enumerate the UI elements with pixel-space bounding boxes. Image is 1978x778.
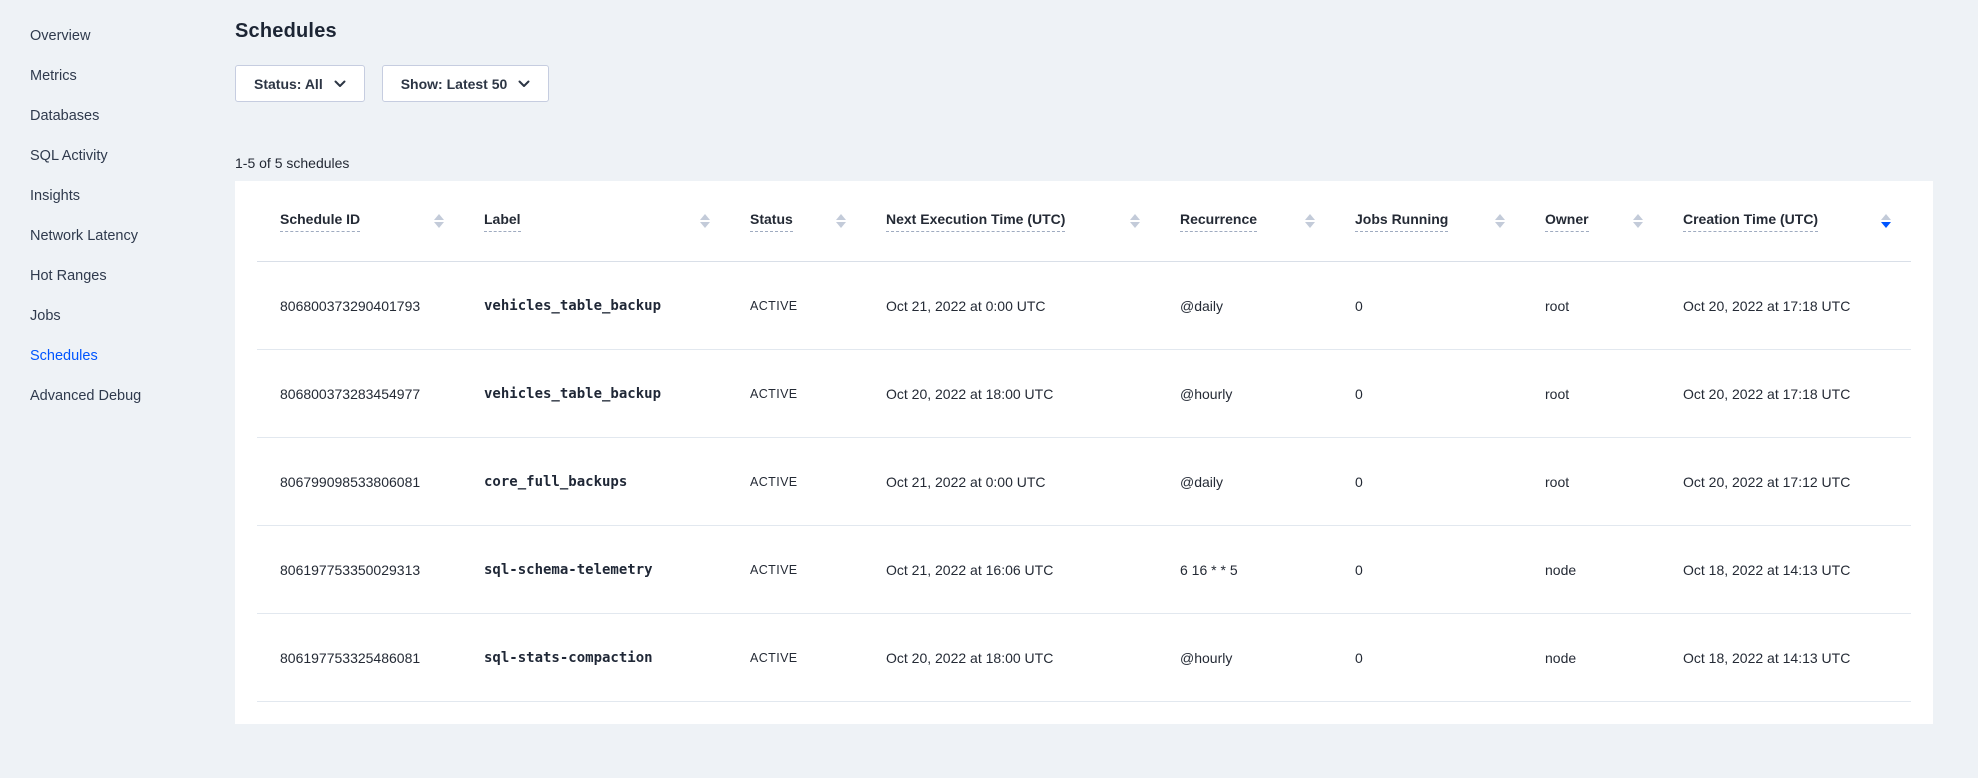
table-row: 806800373290401793 vehicles_table_backup… xyxy=(257,262,1911,350)
cell-owner: node xyxy=(1545,526,1683,614)
cell-owner: node xyxy=(1545,614,1683,702)
cell-label: core_full_backups xyxy=(484,438,750,526)
cell-status: ACTIVE xyxy=(750,614,886,702)
page-title: Schedules xyxy=(235,20,1933,43)
main-content: Schedules Status: All Show: Latest 50 1-… xyxy=(235,0,1978,724)
cell-label: vehicles_table_backup xyxy=(484,350,750,438)
cell-creation-time: Oct 20, 2022 at 17:12 UTC xyxy=(1683,438,1911,526)
cell-schedule-id: 806800373290401793 xyxy=(257,262,484,350)
sort-caret-icon xyxy=(700,214,710,228)
cell-label: sql-stats-compaction xyxy=(484,614,750,702)
sidebar-item-sql-activity[interactable]: SQL Activity xyxy=(0,136,235,176)
cell-creation-time: Oct 18, 2022 at 14:13 UTC xyxy=(1683,526,1911,614)
sort-caret-icon xyxy=(1305,214,1315,228)
column-header-label[interactable]: Label xyxy=(484,181,750,262)
sidebar-item-databases[interactable]: Databases xyxy=(0,96,235,136)
sort-caret-icon-active-desc xyxy=(1881,214,1891,228)
cell-next-execution: Oct 21, 2022 at 16:06 UTC xyxy=(886,526,1180,614)
column-header-jobs-running[interactable]: Jobs Running xyxy=(1355,181,1545,262)
cell-label: sql-schema-telemetry xyxy=(484,526,750,614)
status-filter-dropdown[interactable]: Status: All xyxy=(235,65,365,102)
sidebar: Overview Metrics Databases SQL Activity … xyxy=(0,0,235,724)
table-row: 806197753350029313 sql-schema-telemetry … xyxy=(257,526,1911,614)
column-header-owner[interactable]: Owner xyxy=(1545,181,1683,262)
show-filter-dropdown[interactable]: Show: Latest 50 xyxy=(382,65,550,102)
filter-bar: Status: All Show: Latest 50 xyxy=(235,65,1933,102)
sort-caret-icon xyxy=(836,214,846,228)
cell-jobs-running: 0 xyxy=(1355,438,1545,526)
cell-next-execution: Oct 21, 2022 at 0:00 UTC xyxy=(886,438,1180,526)
column-header-next-execution-time[interactable]: Next Execution Time (UTC) xyxy=(886,181,1180,262)
cell-jobs-running: 0 xyxy=(1355,526,1545,614)
cell-status: ACTIVE xyxy=(750,526,886,614)
sidebar-item-jobs[interactable]: Jobs xyxy=(0,296,235,336)
table-row: 806799098533806081 core_full_backups ACT… xyxy=(257,438,1911,526)
cell-owner: root xyxy=(1545,350,1683,438)
page: Overview Metrics Databases SQL Activity … xyxy=(0,0,1978,724)
cell-status: ACTIVE xyxy=(750,262,886,350)
column-header-status[interactable]: Status xyxy=(750,181,886,262)
cell-schedule-id: 806800373283454977 xyxy=(257,350,484,438)
chevron-down-icon xyxy=(334,80,346,88)
schedules-table-card: Schedule ID Label Status Next Execution … xyxy=(235,181,1933,724)
cell-creation-time: Oct 20, 2022 at 17:18 UTC xyxy=(1683,350,1911,438)
table-header-row: Schedule ID Label Status Next Execution … xyxy=(257,181,1911,262)
cell-next-execution: Oct 20, 2022 at 18:00 UTC xyxy=(886,350,1180,438)
chevron-down-icon xyxy=(518,80,530,88)
cell-schedule-id: 806799098533806081 xyxy=(257,438,484,526)
show-filter-label: Show: Latest 50 xyxy=(401,76,508,92)
cell-status: ACTIVE xyxy=(750,438,886,526)
sort-caret-icon xyxy=(434,214,444,228)
cell-label: vehicles_table_backup xyxy=(484,262,750,350)
cell-recurrence: @hourly xyxy=(1180,614,1355,702)
column-header-creation-time[interactable]: Creation Time (UTC) xyxy=(1683,181,1911,262)
sidebar-item-insights[interactable]: Insights xyxy=(0,176,235,216)
cell-recurrence: @daily xyxy=(1180,262,1355,350)
cell-jobs-running: 0 xyxy=(1355,262,1545,350)
cell-jobs-running: 0 xyxy=(1355,614,1545,702)
cell-creation-time: Oct 20, 2022 at 17:18 UTC xyxy=(1683,262,1911,350)
cell-next-execution: Oct 20, 2022 at 18:00 UTC xyxy=(886,614,1180,702)
column-header-recurrence[interactable]: Recurrence xyxy=(1180,181,1355,262)
sidebar-item-advanced-debug[interactable]: Advanced Debug xyxy=(0,376,235,416)
cell-status: ACTIVE xyxy=(750,350,886,438)
schedules-table: Schedule ID Label Status Next Execution … xyxy=(257,181,1911,702)
cell-recurrence: @hourly xyxy=(1180,350,1355,438)
sort-caret-icon xyxy=(1495,214,1505,228)
sort-caret-icon xyxy=(1130,214,1140,228)
cell-owner: root xyxy=(1545,438,1683,526)
cell-schedule-id: 806197753325486081 xyxy=(257,614,484,702)
sidebar-item-schedules[interactable]: Schedules xyxy=(0,336,235,376)
sidebar-item-network-latency[interactable]: Network Latency xyxy=(0,216,235,256)
table-row: 806197753325486081 sql-stats-compaction … xyxy=(257,614,1911,702)
sort-caret-icon xyxy=(1633,214,1643,228)
cell-schedule-id: 806197753350029313 xyxy=(257,526,484,614)
cell-creation-time: Oct 18, 2022 at 14:13 UTC xyxy=(1683,614,1911,702)
results-summary: 1-5 of 5 schedules xyxy=(235,155,1933,171)
cell-next-execution: Oct 21, 2022 at 0:00 UTC xyxy=(886,262,1180,350)
cell-recurrence: 6 16 * * 5 xyxy=(1180,526,1355,614)
cell-owner: root xyxy=(1545,262,1683,350)
sidebar-item-overview[interactable]: Overview xyxy=(0,16,235,56)
table-row: 806800373283454977 vehicles_table_backup… xyxy=(257,350,1911,438)
column-header-schedule-id[interactable]: Schedule ID xyxy=(257,181,484,262)
cell-recurrence: @daily xyxy=(1180,438,1355,526)
sidebar-item-hot-ranges[interactable]: Hot Ranges xyxy=(0,256,235,296)
status-filter-label: Status: All xyxy=(254,76,323,92)
sidebar-item-metrics[interactable]: Metrics xyxy=(0,56,235,96)
cell-jobs-running: 0 xyxy=(1355,350,1545,438)
